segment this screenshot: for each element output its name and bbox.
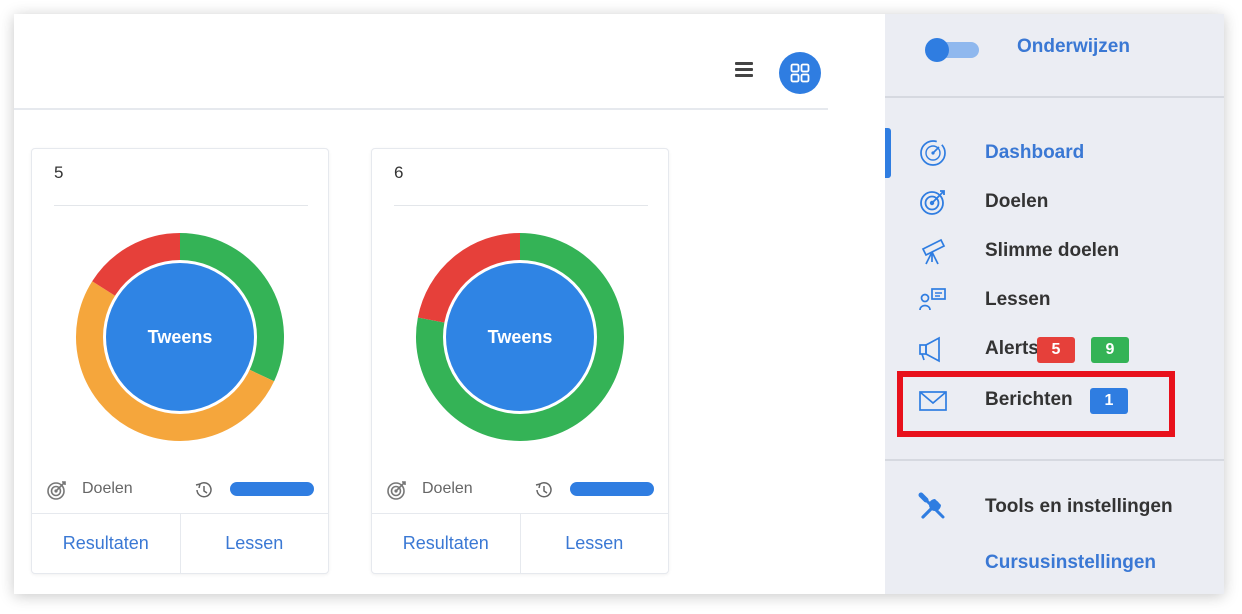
toggle-knob xyxy=(925,38,949,62)
card-number: 6 xyxy=(394,163,404,182)
alert-count-badge: 9 xyxy=(1091,337,1129,363)
main-content: 5 Tweens Doelen Resultaten Lessen 6 Twee… xyxy=(14,14,885,594)
sidebar-item-label: Lessen xyxy=(985,289,1051,310)
sidebar-item-doelen[interactable]: Doelen xyxy=(913,182,1203,222)
progress-bar xyxy=(230,482,314,496)
card-footer: Resultaten Lessen xyxy=(372,513,668,573)
stat-row: Doelen xyxy=(46,477,316,501)
sidebar-item-alerts[interactable]: Alerts 5 9 xyxy=(913,329,1203,369)
app-window: 5 Tweens Doelen Resultaten Lessen 6 Twee… xyxy=(14,14,1224,594)
sidebar-item-label: Alerts xyxy=(985,338,1039,359)
history-icon xyxy=(195,482,212,498)
sidebar: Onderwijzen Dashboard Doelen Slimme doel… xyxy=(885,14,1224,594)
lessons-link[interactable]: Lessen xyxy=(519,514,669,573)
divider xyxy=(885,96,1224,98)
mode-toggle[interactable] xyxy=(925,38,981,62)
teacher-board-icon xyxy=(919,288,946,311)
megaphone-icon xyxy=(919,336,940,363)
card-footer: Resultaten Lessen xyxy=(32,513,328,573)
alert-count-badge: 5 xyxy=(1037,337,1075,363)
target-icon xyxy=(47,481,66,500)
results-link[interactable]: Resultaten xyxy=(32,514,180,573)
sidebar-item-label: Tools en instellingen xyxy=(985,496,1173,517)
tools-icon xyxy=(918,492,945,519)
sidebar-item-label: Doelen xyxy=(985,191,1049,212)
lessons-link[interactable]: Lessen xyxy=(179,514,329,573)
list-lines-icon xyxy=(735,62,753,65)
divider xyxy=(394,205,648,206)
results-link[interactable]: Resultaten xyxy=(372,514,520,573)
card-center-button[interactable]: Tweens xyxy=(106,263,254,411)
stat-row: Doelen xyxy=(386,477,656,501)
sidebar-item-label: Dashboard xyxy=(985,142,1085,163)
divider xyxy=(885,459,1224,461)
toolbar xyxy=(14,14,828,110)
sidebar-item-tools[interactable]: Tools en instellingen xyxy=(913,487,1203,527)
group-card-6: 6 Tweens Doelen Resultaten Lessen xyxy=(371,148,669,574)
target-icon xyxy=(920,190,945,215)
sidebar-item-dashboard[interactable]: Dashboard xyxy=(913,133,1203,173)
active-indicator xyxy=(885,128,891,178)
divider xyxy=(54,205,308,206)
sidebar-item-lessen[interactable]: Lessen xyxy=(913,280,1203,320)
sidebar-item-label: Slimme doelen xyxy=(985,240,1120,261)
group-card-5: 5 Tweens Doelen Resultaten Lessen xyxy=(31,148,329,574)
history-icon xyxy=(535,482,552,498)
card-center-button[interactable]: Tweens xyxy=(446,263,594,411)
grid-icon xyxy=(790,63,810,83)
stat-label: Doelen xyxy=(82,480,133,497)
stat-label: Doelen xyxy=(422,480,473,497)
sidebar-item-slimme-doelen[interactable]: Slimme doelen xyxy=(913,231,1203,271)
progress-bar xyxy=(570,482,654,496)
list-view-button[interactable] xyxy=(730,59,758,83)
grid-view-button[interactable] xyxy=(779,52,821,94)
card-number: 5 xyxy=(54,163,64,182)
telescope-icon xyxy=(921,238,946,265)
target-icon xyxy=(387,481,406,500)
mode-label[interactable]: Onderwijzen xyxy=(1017,36,1130,58)
speedometer-icon xyxy=(920,140,946,166)
course-settings-link[interactable]: Cursusinstellingen xyxy=(985,552,1156,574)
highlight-box xyxy=(897,371,1175,437)
